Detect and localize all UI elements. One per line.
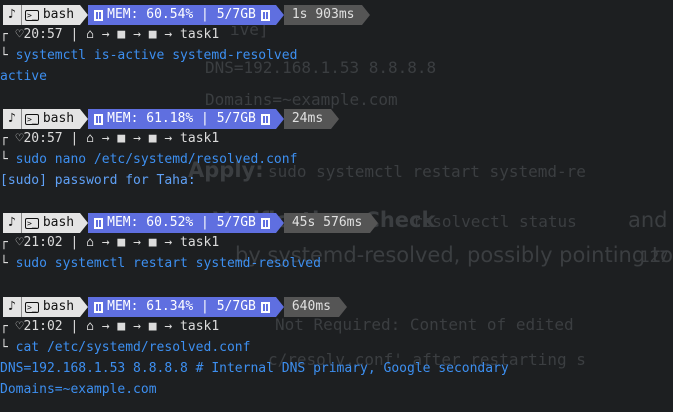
path-dir: task1	[180, 27, 220, 42]
folder-icon: ■	[148, 319, 157, 334]
command-text: sudo systemctl restart systemd-resolved	[15, 256, 321, 271]
memory-segment: MEM: 61.18% | 5/7GB	[88, 109, 276, 129]
prompt-status-line: ┌ ♡21:02 | ⌂ → ■ → ■ → task1	[0, 235, 220, 250]
folder-icon: ■	[148, 131, 157, 146]
clock-time: 20:57	[23, 27, 63, 42]
folder-icon: ■	[148, 235, 157, 250]
shell-name: bash	[42, 7, 75, 22]
command-text: sudo nano /etc/systemd/resolved.conf	[15, 152, 298, 167]
powerline-prompt: ♪ >_ bash MEM: 61.34% | 5/7GB 640ms	[0, 296, 347, 318]
command-output: active	[0, 69, 47, 84]
os-segment: ♪	[3, 5, 21, 25]
memory-chip-icon	[94, 113, 104, 125]
os-logo-icon: ♪	[8, 7, 16, 22]
memory-text: MEM: 61.18% | 5/7GB	[107, 111, 256, 126]
command-output: DNS=192.168.1.53 8.8.8.8 # Internal DNS …	[0, 361, 509, 376]
memory-chip-icon	[260, 113, 270, 125]
memory-chip-icon	[94, 217, 104, 229]
powerline-prompt: ♪ >_ bash MEM: 60.52% | 5/7GB 45s 576ms	[0, 212, 379, 234]
home-icon: ⌂	[86, 131, 94, 146]
memory-segment: MEM: 60.52% | 5/7GB	[88, 213, 276, 233]
memory-text: MEM: 60.52% | 5/7GB	[107, 215, 256, 230]
powerline-prompt: ♪ >_ bash MEM: 60.54% | 5/7GB 1s 903ms	[0, 4, 371, 26]
terminal-icon: >_	[24, 301, 39, 313]
duration-segment: 24ms	[283, 109, 332, 129]
os-logo-icon: ♪	[8, 215, 16, 230]
terminal-icon: >_	[24, 113, 39, 125]
os-segment: ♪	[3, 109, 21, 129]
terminal[interactable]: ♪ >_ bash MEM: 60.54% | 5/7GB 1s 903ms ┌ …	[0, 0, 673, 412]
path-dir: task1	[180, 319, 220, 334]
duration-text: 640ms	[291, 299, 331, 314]
memory-chip-icon	[260, 9, 270, 21]
memory-chip-icon	[94, 9, 104, 21]
duration-segment: 640ms	[283, 297, 339, 317]
memory-text: MEM: 61.34% | 5/7GB	[107, 299, 256, 314]
shell-segment: >_ bash	[21, 213, 81, 233]
home-icon: ⌂	[86, 27, 94, 42]
command-line[interactable]: └ sudo nano /etc/systemd/resolved.conf	[0, 149, 297, 170]
command-text: cat /etc/systemd/resolved.conf	[15, 340, 251, 355]
memory-chip-icon	[260, 217, 270, 229]
duration-text: 24ms	[291, 111, 324, 126]
shell-segment: >_ bash	[21, 5, 81, 25]
clock-time: 21:02	[23, 319, 63, 334]
os-logo-icon: ♪	[8, 111, 16, 126]
home-icon: ⌂	[86, 319, 94, 334]
duration-text: 45s 576ms	[291, 215, 363, 230]
path-dir: task1	[180, 131, 220, 146]
command-line[interactable]: └ systemctl is-active systemd-resolved	[0, 45, 297, 66]
memory-chip-icon	[94, 301, 104, 313]
folder-icon: ■	[148, 27, 157, 42]
command-output: [sudo] password for Taha:	[0, 173, 196, 188]
memory-segment: MEM: 60.54% | 5/7GB	[88, 5, 276, 25]
prompt-status-line: ┌ ♡21:02 | ⌂ → ■ → ■ → task1	[0, 319, 220, 334]
command-output: Domains=~example.com	[0, 382, 157, 397]
memory-text: MEM: 60.54% | 5/7GB	[107, 7, 256, 22]
prompt-status-line: ┌ ♡20:57 | ⌂ → ■ → ■ → task1	[0, 131, 220, 146]
memory-chip-icon	[260, 301, 270, 313]
home-icon: ⌂	[86, 235, 94, 250]
clock-time: 21:02	[23, 235, 63, 250]
terminal-icon: >_	[24, 9, 39, 21]
duration-segment: 1s 903ms	[283, 5, 363, 25]
shell-segment: >_ bash	[21, 297, 81, 317]
command-line[interactable]: └ sudo systemctl restart systemd-resolve…	[0, 253, 321, 274]
os-segment: ♪	[3, 297, 21, 317]
powerline-prompt: ♪ >_ bash MEM: 61.18% | 5/7GB 24ms	[0, 108, 340, 130]
clock-time: 20:57	[23, 131, 63, 146]
memory-segment: MEM: 61.34% | 5/7GB	[88, 297, 276, 317]
terminal-icon: >_	[24, 217, 39, 229]
shell-segment: >_ bash	[21, 109, 81, 129]
path-dir: task1	[180, 235, 220, 250]
shell-name: bash	[42, 111, 75, 126]
duration-segment: 45s 576ms	[283, 213, 371, 233]
prompt-status-line: ┌ ♡20:57 | ⌂ → ■ → ■ → task1	[0, 27, 220, 42]
os-segment: ♪	[3, 213, 21, 233]
command-line[interactable]: └ cat /etc/systemd/resolved.conf	[0, 337, 250, 358]
shell-name: bash	[42, 215, 75, 230]
duration-text: 1s 903ms	[291, 7, 355, 22]
os-logo-icon: ♪	[8, 299, 16, 314]
command-text: systemctl is-active systemd-resolved	[15, 48, 298, 63]
shell-name: bash	[42, 299, 75, 314]
